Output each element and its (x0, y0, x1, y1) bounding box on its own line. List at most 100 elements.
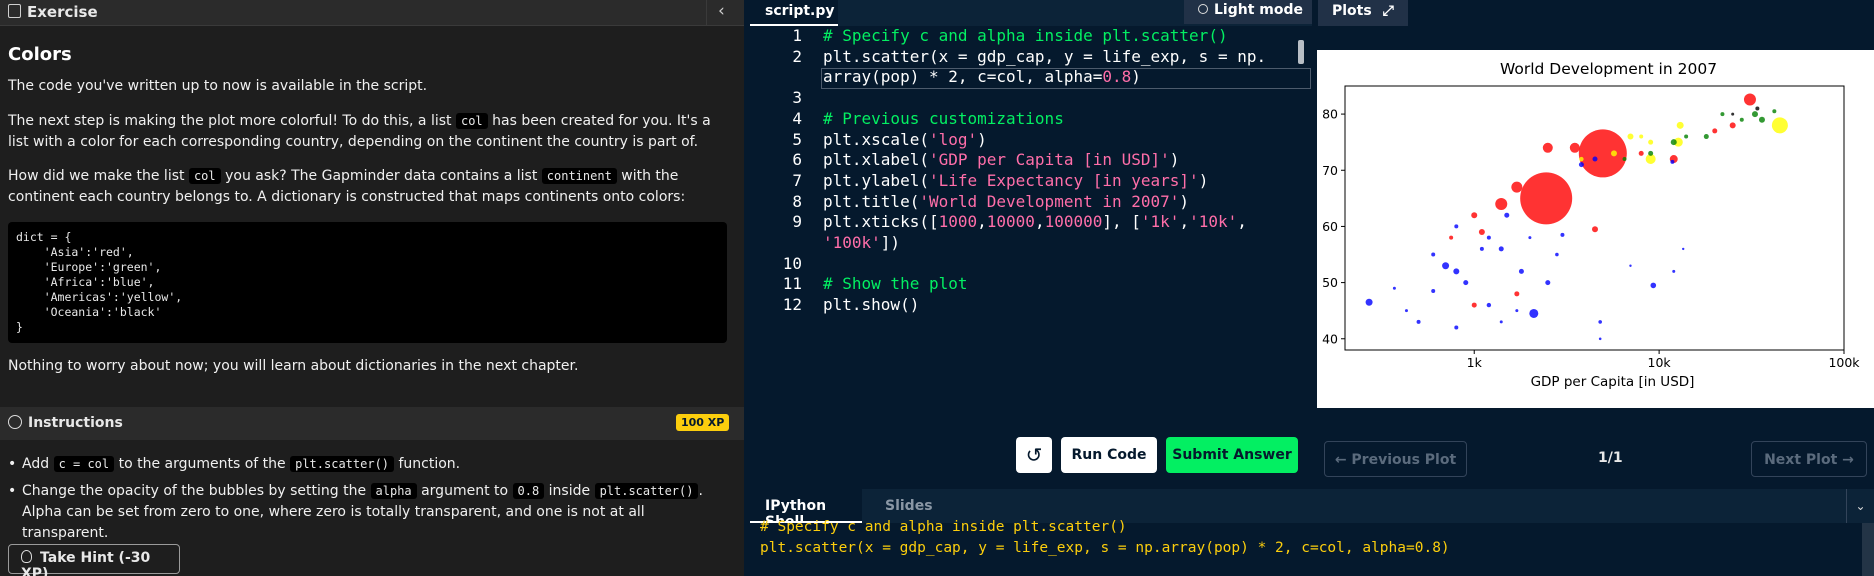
lesson-paragraph-1: The code you've written up to now is ava… (8, 78, 428, 94)
code-line: plt.title('World Development in 2007') (823, 192, 1189, 211)
text: inside (544, 483, 595, 499)
scatter-point (1471, 212, 1478, 219)
scatter-point (1569, 142, 1580, 153)
scatter-point (1739, 117, 1744, 122)
scatter-point (1578, 162, 1584, 168)
code-token: 10000 (986, 212, 1035, 232)
chevron-down-icon[interactable]: ⌄ (1846, 489, 1874, 523)
tab-ipython-shell[interactable]: IPython Shell (750, 489, 862, 530)
line-number: 1 (792, 26, 802, 45)
scatter-point (1478, 229, 1485, 236)
code-token: array(pop) * 2, c=col, alpha= (823, 67, 1103, 87)
code-token: 'World Development in 2007' (919, 191, 1180, 211)
document-icon (8, 4, 21, 18)
line-number: 9 (792, 212, 802, 232)
instructions-header: Instructions 100 XP (0, 407, 744, 440)
scatter-point (1479, 246, 1484, 251)
exercise-header: Exercise ‹ (0, 0, 744, 26)
run-code-button[interactable]: Run Code (1061, 437, 1157, 473)
previous-plot-button[interactable]: ← Previous Plot (1324, 441, 1467, 477)
scatter-point (1453, 268, 1460, 275)
x-tick-label: 100k (1828, 355, 1860, 370)
plot-page-indicator: 1/1 (1598, 450, 1623, 466)
chart-title: World Development in 2007 (1500, 60, 1717, 78)
line-number: 11 (782, 274, 802, 294)
editor-scrollbar[interactable] (1298, 40, 1304, 64)
take-hint-button[interactable]: Take Hint (-30 XP) (8, 544, 180, 576)
scatter-point (1720, 112, 1725, 117)
scatter-point (1545, 280, 1551, 286)
code-line: plt.xscale('log') (823, 130, 987, 149)
scatter-point (1511, 181, 1523, 193)
scatter-point (1442, 262, 1450, 270)
code-token: 'log' (928, 129, 978, 149)
scatter-point (1629, 264, 1632, 267)
scatter-point (1670, 139, 1677, 146)
scatter-point (1486, 235, 1491, 240)
code-token: plt.xscale( (823, 129, 929, 149)
inline-code: plt.scatter() (290, 456, 395, 472)
instruction-item: Change the opacity of the bubbles by set… (8, 481, 730, 544)
code-line: plt.show() (823, 295, 919, 314)
code-line: plt.ylabel('Life Expectancy [in years]') (823, 171, 1208, 190)
chevron-left-icon[interactable]: ‹ (718, 1, 725, 21)
inline-code: continent (541, 168, 617, 184)
scatter-point (1555, 252, 1559, 257)
code-token: 'GDP per Capita [in USD]' (928, 150, 1170, 170)
scatter-point (1622, 157, 1627, 162)
code-line: plt.xlabel('GDP per Capita [in USD]') (823, 150, 1179, 169)
scatter-chart: 1k 10k 100k 40 50 60 70 80 World Development in … (1296, 60, 1860, 390)
instruction-item: Add c = col to the arguments of the plt.… (8, 454, 730, 475)
tab-plots[interactable]: Plots ⤢ (1318, 0, 1408, 26)
code-line: # Specify c and alpha inside plt.scatter… (823, 26, 1228, 45)
scatter-point (1591, 226, 1598, 233)
next-plot-button[interactable]: Next Plot → (1751, 441, 1867, 477)
line-number: 6 (792, 150, 802, 170)
exercise-panel: Exercise ‹ Colors The code you've writte… (0, 0, 744, 576)
undo-icon: ↺ (1025, 443, 1043, 467)
light-mode-button[interactable]: Light mode (1184, 0, 1312, 24)
scatter-point (1598, 337, 1602, 341)
code-token: 100000 (1044, 212, 1103, 232)
inline-code: c = col (53, 456, 115, 472)
code-token: plt.show() (823, 295, 920, 315)
scatter-point (1627, 133, 1634, 140)
scatter-point (1579, 156, 1584, 162)
inline-code: col (188, 168, 221, 184)
x-axis-label: GDP per Capita [in USD] (1531, 374, 1695, 390)
scatter-point (1514, 291, 1520, 297)
light-mode-label: Light mode (1214, 2, 1303, 18)
scatter-point (1592, 156, 1598, 162)
line-number: 10 (782, 253, 802, 273)
code-token: ) (1179, 191, 1190, 211)
tab-slides[interactable]: Slides (870, 489, 940, 523)
exercise-title-text: Exercise (27, 3, 98, 21)
text: How did we make the list (8, 168, 189, 184)
scatter-point (1648, 139, 1654, 145)
line-number: 7 (792, 170, 802, 190)
submit-answer-button[interactable]: Submit Answer (1166, 437, 1298, 473)
tab-script-py[interactable]: script.py (750, 0, 838, 26)
scatter-point (1682, 247, 1685, 251)
line-number: 3 (792, 88, 802, 108)
shell-line: plt.scatter(x = gdp_cap, y = life_exp, s… (760, 540, 1450, 556)
instructions-list: Add c = col to the arguments of the plt.… (8, 454, 730, 550)
code-token: ) (1131, 67, 1141, 87)
expand-icon[interactable]: ⤢ (1383, 3, 1394, 19)
code-line: # Show the plot (823, 274, 968, 293)
scatter-point (1471, 302, 1477, 308)
scatter-point (1520, 172, 1573, 225)
xp-badge: 100 XP (676, 414, 730, 431)
scatter-point (1578, 129, 1627, 178)
code-line: array(pop) * 2, c=col, alpha=0.8) (823, 67, 1141, 86)
code-token: , (977, 212, 987, 232)
scatter-point (1703, 134, 1709, 140)
code-token: ]) (880, 233, 901, 252)
reset-code-button[interactable]: ↺ (1016, 437, 1052, 473)
code-token: ) (1198, 170, 1209, 190)
y-tick-label: 50 (1322, 275, 1338, 290)
code-token: 1000 (938, 212, 978, 232)
scatter-point (1650, 282, 1657, 289)
shell-scrollbar[interactable] (1862, 523, 1874, 576)
scatter-point (1712, 128, 1718, 134)
